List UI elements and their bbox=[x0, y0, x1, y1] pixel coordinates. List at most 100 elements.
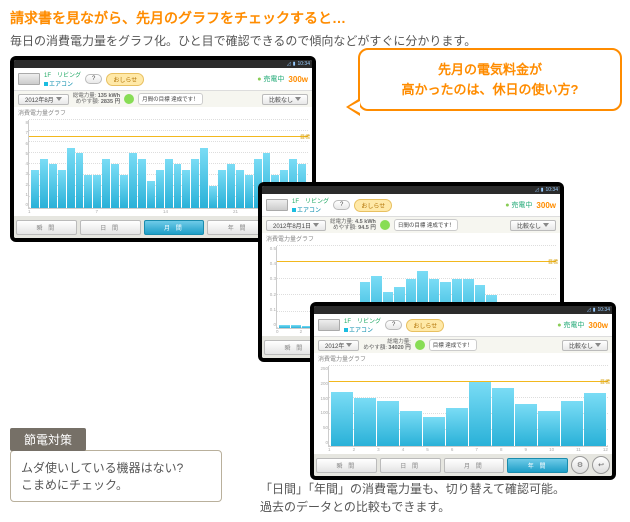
bar bbox=[76, 153, 84, 208]
period-picker-label: 2012年8月 bbox=[25, 95, 54, 104]
tab-month[interactable]: 月 間 bbox=[444, 458, 505, 473]
app-header: 1F リビング エアコン ? おしらせ ● 売電中 300w bbox=[262, 194, 560, 217]
chart-title: 消費電力量グラフ bbox=[262, 233, 560, 244]
chevron-down-icon bbox=[56, 97, 62, 101]
floor-label: 1F リビング bbox=[344, 316, 381, 325]
bar bbox=[561, 401, 583, 446]
period-picker[interactable]: 2012年8月 bbox=[18, 94, 69, 105]
chevron-down-icon bbox=[295, 97, 301, 101]
app-header: 1F リビング エアコン ? おしらせ ● 売電中 300w bbox=[314, 314, 612, 337]
sell-status: ● 売電中 bbox=[505, 200, 532, 210]
energy-stats: 総電力量: 4.5 kWh めやす額: 94.5 円 bbox=[330, 219, 376, 231]
saving-section: 節電対策 ムダ使いしている機器はない? こまめにチェック。 bbox=[10, 428, 222, 502]
goal-tooltip: 日間の目標 達成です！ bbox=[394, 219, 459, 231]
screen-year: ◿ ▮ 10:34 1F リビング エアコン ? おしらせ ● 売電中 300w… bbox=[314, 306, 612, 476]
tablet-year: ◿ ▮ 10:34 1F リビング エアコン ? おしらせ ● 売電中 300w… bbox=[310, 302, 616, 480]
tab-day[interactable]: 日 間 bbox=[380, 458, 441, 473]
device-label: エアコン bbox=[44, 79, 81, 88]
range-tabs: 瞬 間 日 間 月 間 年 間 ⚙ ↩ bbox=[314, 454, 612, 476]
bar bbox=[111, 164, 119, 208]
page-subtitle: 毎日の消費電力量をグラフ化。ひと目で確認できるので傾向などがすぐに分かります。 bbox=[10, 32, 620, 49]
wifi-icon: ◿ bbox=[287, 61, 291, 67]
chart-title: 消費電力量グラフ bbox=[314, 353, 612, 364]
bar bbox=[102, 159, 110, 208]
bar bbox=[423, 417, 445, 446]
ac-unit-icon bbox=[266, 199, 288, 211]
chart-year: 250200150100500目標 bbox=[328, 366, 608, 447]
sell-value: 300w bbox=[288, 75, 308, 84]
notice-button[interactable]: おしらせ bbox=[354, 199, 392, 212]
wifi-icon: ◿ bbox=[535, 187, 539, 193]
saving-line2: こまめにチェック。 bbox=[21, 476, 211, 493]
tab-day[interactable]: 日 間 bbox=[80, 220, 141, 235]
bar bbox=[165, 159, 173, 208]
floor-label: 1F リビング bbox=[292, 196, 329, 205]
chevron-down-icon bbox=[346, 343, 352, 347]
period-picker[interactable]: 2012年 bbox=[318, 340, 359, 351]
page-title: 請求書を見ながら、先月のグラフをチェックすると… bbox=[10, 8, 620, 28]
tab-year[interactable]: 年 間 bbox=[507, 458, 568, 473]
controls-row: 2012年8月1日 総電力量: 4.5 kWh めやす額: 94.5 円 日間の… bbox=[262, 217, 560, 233]
battery-icon: ▮ bbox=[541, 187, 544, 193]
saving-box: ムダ使いしている機器はない? こまめにチェック。 bbox=[10, 450, 222, 502]
callout-arrow-icon bbox=[346, 98, 360, 116]
bar bbox=[354, 398, 376, 446]
saving-line1: ムダ使いしている機器はない? bbox=[21, 459, 211, 476]
notice-button[interactable]: おしらせ bbox=[406, 319, 444, 332]
period-picker[interactable]: 2012年8月1日 bbox=[266, 220, 326, 231]
sell-status: ● 売電中 bbox=[557, 320, 584, 330]
bar bbox=[236, 170, 244, 208]
bar bbox=[67, 148, 75, 208]
settings-button[interactable]: ⚙ bbox=[571, 456, 589, 474]
period-picker-label: 2012年8月1日 bbox=[273, 221, 311, 230]
notice-button[interactable]: おしらせ bbox=[106, 73, 144, 86]
bar bbox=[174, 164, 182, 208]
bar bbox=[245, 175, 253, 208]
footnote-line2: 過去のデータとの比較もできます。 bbox=[260, 498, 565, 516]
sell-status: ● 売電中 bbox=[257, 74, 284, 84]
compare-label: 比較なし bbox=[569, 341, 593, 350]
saving-badge: 節電対策 bbox=[10, 428, 86, 451]
bar bbox=[182, 170, 190, 208]
chart-title: 消費電力量グラフ bbox=[14, 107, 312, 118]
bar bbox=[279, 325, 290, 328]
bar bbox=[227, 164, 235, 208]
device-color-icon bbox=[344, 328, 348, 332]
chevron-down-icon bbox=[313, 223, 319, 227]
compare-picker[interactable]: 比較なし bbox=[510, 220, 556, 231]
device-color-icon bbox=[292, 208, 296, 212]
bar bbox=[84, 175, 92, 208]
app-header: 1F リビング エアコン ? おしらせ ● 売電中 300w bbox=[14, 68, 312, 91]
footnote-line1: 「日間」「年間」の消費電力量も、切り替えて確認可能。 bbox=[260, 480, 565, 498]
period-picker-label: 2012年 bbox=[325, 341, 344, 350]
footnote: 「日間」「年間」の消費電力量も、切り替えて確認可能。 過去のデータとの比較もでき… bbox=[260, 480, 565, 516]
bar bbox=[93, 175, 101, 208]
battery-icon: ▮ bbox=[293, 61, 296, 67]
tab-month[interactable]: 月 間 bbox=[144, 220, 205, 235]
back-button[interactable]: ↩ bbox=[592, 456, 610, 474]
bar bbox=[209, 186, 217, 208]
bar bbox=[538, 411, 560, 446]
page: 請求書を見ながら、先月のグラフをチェックすると… 毎日の消費電力量をグラフ化。ひ… bbox=[0, 0, 630, 522]
wifi-icon: ◿ bbox=[587, 307, 591, 313]
goal-tooltip: 目標 達成です！ bbox=[429, 339, 477, 351]
bar bbox=[446, 408, 468, 446]
status-time: 10:34 bbox=[297, 61, 310, 67]
compare-label: 比較なし bbox=[517, 221, 541, 230]
help-button[interactable]: ? bbox=[385, 320, 402, 330]
compare-picker[interactable]: 比較なし bbox=[262, 94, 308, 105]
sell-value: 300w bbox=[588, 321, 608, 330]
smile-icon bbox=[124, 94, 134, 104]
tab-instant[interactable]: 瞬 間 bbox=[16, 220, 77, 235]
device-label: エアコン bbox=[292, 205, 329, 214]
chevron-down-icon bbox=[543, 223, 549, 227]
callout-line1: 先月の電気料金が bbox=[374, 60, 606, 80]
help-button[interactable]: ? bbox=[85, 74, 102, 84]
help-button[interactable]: ? bbox=[333, 200, 350, 210]
bar bbox=[200, 148, 208, 208]
chevron-down-icon bbox=[595, 343, 601, 347]
compare-picker[interactable]: 比較なし bbox=[562, 340, 608, 351]
tab-instant[interactable]: 瞬 間 bbox=[316, 458, 377, 473]
smile-icon bbox=[380, 220, 390, 230]
bar bbox=[58, 170, 66, 208]
